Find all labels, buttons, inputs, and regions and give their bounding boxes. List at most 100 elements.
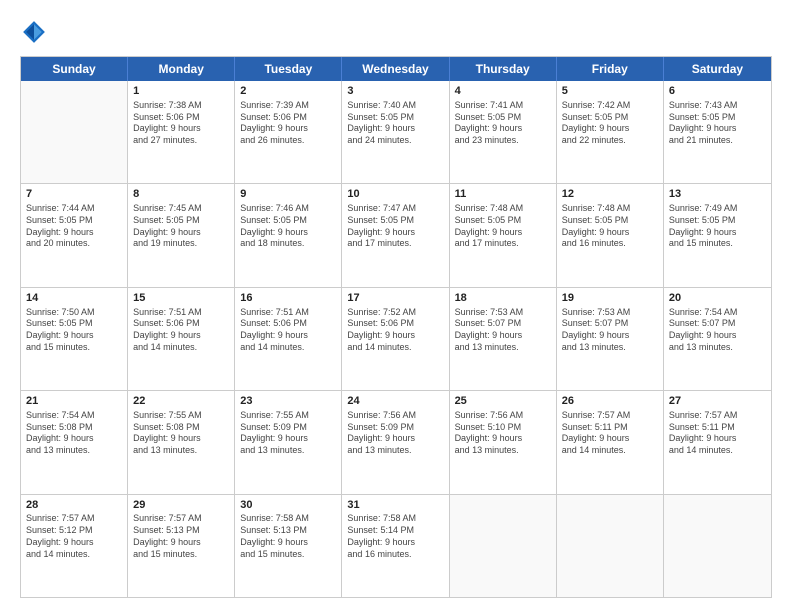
- daylight-line1: Daylight: 9 hours: [562, 433, 658, 445]
- daylight-line1: Daylight: 9 hours: [455, 433, 551, 445]
- sunrise: Sunrise: 7:49 AM: [669, 203, 766, 215]
- daylight-line1: Daylight: 9 hours: [26, 227, 122, 239]
- calendar-cell: 24Sunrise: 7:56 AMSunset: 5:09 PMDayligh…: [342, 391, 449, 493]
- calendar-cell: 21Sunrise: 7:54 AMSunset: 5:08 PMDayligh…: [21, 391, 128, 493]
- daylight-line2: and 14 minutes.: [240, 342, 336, 354]
- sunset: Sunset: 5:14 PM: [347, 525, 443, 537]
- day-number: 5: [562, 84, 658, 99]
- calendar-week: 7Sunrise: 7:44 AMSunset: 5:05 PMDaylight…: [21, 184, 771, 287]
- sunset: Sunset: 5:05 PM: [133, 215, 229, 227]
- day-number: 1: [133, 84, 229, 99]
- calendar-cell: [450, 495, 557, 597]
- day-number: 16: [240, 291, 336, 306]
- day-number: 15: [133, 291, 229, 306]
- day-number: 25: [455, 394, 551, 409]
- sunrise: Sunrise: 7:48 AM: [455, 203, 551, 215]
- calendar-cell: 23Sunrise: 7:55 AMSunset: 5:09 PMDayligh…: [235, 391, 342, 493]
- daylight-line2: and 18 minutes.: [240, 238, 336, 250]
- day-number: 17: [347, 291, 443, 306]
- day-number: 31: [347, 498, 443, 513]
- sunrise: Sunrise: 7:46 AM: [240, 203, 336, 215]
- sunrise: Sunrise: 7:55 AM: [240, 410, 336, 422]
- header-day: Saturday: [664, 57, 771, 81]
- sunrise: Sunrise: 7:53 AM: [455, 307, 551, 319]
- daylight-line1: Daylight: 9 hours: [347, 330, 443, 342]
- day-number: 11: [455, 187, 551, 202]
- calendar-cell: 9Sunrise: 7:46 AMSunset: 5:05 PMDaylight…: [235, 184, 342, 286]
- daylight-line2: and 13 minutes.: [669, 342, 766, 354]
- day-number: 18: [455, 291, 551, 306]
- sunrise: Sunrise: 7:56 AM: [455, 410, 551, 422]
- sunrise: Sunrise: 7:57 AM: [133, 513, 229, 525]
- sunset: Sunset: 5:08 PM: [26, 422, 122, 434]
- calendar-cell: 25Sunrise: 7:56 AMSunset: 5:10 PMDayligh…: [450, 391, 557, 493]
- header-day: Sunday: [21, 57, 128, 81]
- daylight-line1: Daylight: 9 hours: [455, 330, 551, 342]
- calendar-cell: 6Sunrise: 7:43 AMSunset: 5:05 PMDaylight…: [664, 81, 771, 183]
- day-number: 14: [26, 291, 122, 306]
- header-day: Monday: [128, 57, 235, 81]
- day-number: 28: [26, 498, 122, 513]
- sunrise: Sunrise: 7:51 AM: [133, 307, 229, 319]
- daylight-line1: Daylight: 9 hours: [669, 227, 766, 239]
- sunrise: Sunrise: 7:54 AM: [26, 410, 122, 422]
- daylight-line2: and 24 minutes.: [347, 135, 443, 147]
- sunrise: Sunrise: 7:45 AM: [133, 203, 229, 215]
- calendar-week: 14Sunrise: 7:50 AMSunset: 5:05 PMDayligh…: [21, 288, 771, 391]
- day-number: 9: [240, 187, 336, 202]
- daylight-line2: and 15 minutes.: [133, 549, 229, 561]
- daylight-line1: Daylight: 9 hours: [669, 123, 766, 135]
- day-number: 24: [347, 394, 443, 409]
- day-number: 19: [562, 291, 658, 306]
- sunset: Sunset: 5:07 PM: [562, 318, 658, 330]
- sunrise: Sunrise: 7:40 AM: [347, 100, 443, 112]
- daylight-line1: Daylight: 9 hours: [240, 330, 336, 342]
- daylight-line2: and 14 minutes.: [347, 342, 443, 354]
- sunrise: Sunrise: 7:39 AM: [240, 100, 336, 112]
- sunset: Sunset: 5:11 PM: [562, 422, 658, 434]
- daylight-line2: and 13 minutes.: [562, 342, 658, 354]
- sunrise: Sunrise: 7:52 AM: [347, 307, 443, 319]
- sunrise: Sunrise: 7:55 AM: [133, 410, 229, 422]
- day-number: 12: [562, 187, 658, 202]
- page: SundayMondayTuesdayWednesdayThursdayFrid…: [0, 0, 792, 612]
- daylight-line1: Daylight: 9 hours: [26, 433, 122, 445]
- calendar-cell: 12Sunrise: 7:48 AMSunset: 5:05 PMDayligh…: [557, 184, 664, 286]
- sunset: Sunset: 5:13 PM: [240, 525, 336, 537]
- calendar-cell: 2Sunrise: 7:39 AMSunset: 5:06 PMDaylight…: [235, 81, 342, 183]
- calendar-week: 28Sunrise: 7:57 AMSunset: 5:12 PMDayligh…: [21, 495, 771, 597]
- daylight-line2: and 15 minutes.: [26, 342, 122, 354]
- sunset: Sunset: 5:05 PM: [240, 215, 336, 227]
- daylight-line1: Daylight: 9 hours: [669, 433, 766, 445]
- sunrise: Sunrise: 7:53 AM: [562, 307, 658, 319]
- header: [20, 18, 772, 46]
- daylight-line1: Daylight: 9 hours: [347, 123, 443, 135]
- day-number: 22: [133, 394, 229, 409]
- daylight-line1: Daylight: 9 hours: [669, 330, 766, 342]
- daylight-line1: Daylight: 9 hours: [347, 433, 443, 445]
- daylight-line2: and 20 minutes.: [26, 238, 122, 250]
- daylight-line1: Daylight: 9 hours: [240, 123, 336, 135]
- sunset: Sunset: 5:05 PM: [347, 112, 443, 124]
- sunrise: Sunrise: 7:38 AM: [133, 100, 229, 112]
- daylight-line1: Daylight: 9 hours: [562, 227, 658, 239]
- daylight-line2: and 13 minutes.: [455, 445, 551, 457]
- day-number: 29: [133, 498, 229, 513]
- calendar-cell: 22Sunrise: 7:55 AMSunset: 5:08 PMDayligh…: [128, 391, 235, 493]
- header-day: Friday: [557, 57, 664, 81]
- day-number: 13: [669, 187, 766, 202]
- calendar-cell: 26Sunrise: 7:57 AMSunset: 5:11 PMDayligh…: [557, 391, 664, 493]
- day-number: 2: [240, 84, 336, 99]
- daylight-line2: and 26 minutes.: [240, 135, 336, 147]
- daylight-line2: and 19 minutes.: [133, 238, 229, 250]
- day-number: 30: [240, 498, 336, 513]
- calendar-cell: 4Sunrise: 7:41 AMSunset: 5:05 PMDaylight…: [450, 81, 557, 183]
- logo: [20, 18, 52, 46]
- calendar-cell: [664, 495, 771, 597]
- daylight-line1: Daylight: 9 hours: [240, 227, 336, 239]
- daylight-line2: and 15 minutes.: [669, 238, 766, 250]
- sunrise: Sunrise: 7:43 AM: [669, 100, 766, 112]
- calendar-cell: 5Sunrise: 7:42 AMSunset: 5:05 PMDaylight…: [557, 81, 664, 183]
- calendar-cell: 19Sunrise: 7:53 AMSunset: 5:07 PMDayligh…: [557, 288, 664, 390]
- daylight-line1: Daylight: 9 hours: [562, 330, 658, 342]
